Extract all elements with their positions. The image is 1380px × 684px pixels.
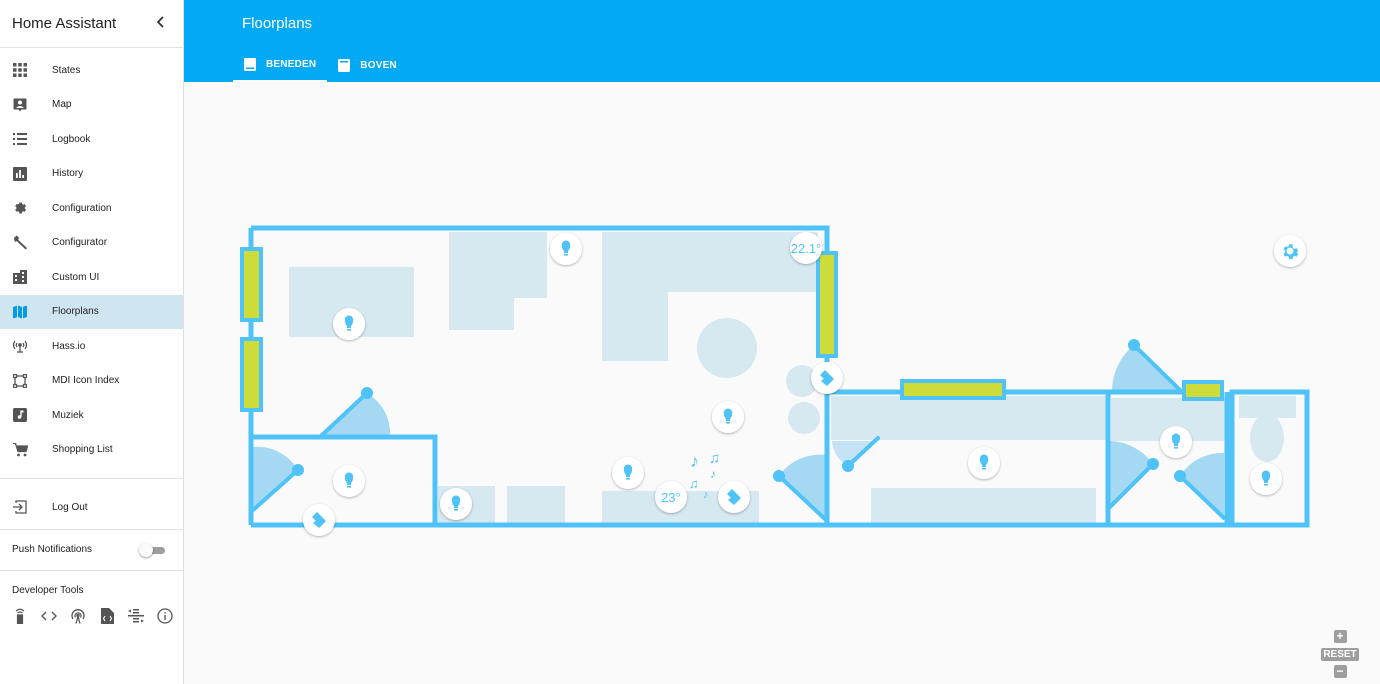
chart-bar-icon (12, 166, 28, 182)
light-bulb-icon[interactable] (1250, 463, 1282, 495)
settings-gear-icon[interactable] (1274, 235, 1306, 267)
map-icon (12, 304, 28, 320)
floorplan-canvas: 22.1° 23° ♪ ♫ ♪ ♫ ♪ (240, 225, 1310, 536)
windows (240, 247, 1224, 412)
zoom-reset-button[interactable]: RESET (1321, 648, 1359, 661)
svg-text:♪: ♪ (703, 489, 709, 501)
code-brackets-icon[interactable] (41, 608, 57, 624)
developer-tools-bar (0, 607, 183, 624)
svg-text:♫: ♫ (689, 476, 699, 491)
sidebar-item-mdi-icon-index[interactable]: MDI Icon Index (0, 364, 183, 399)
thermostat-2[interactable]: 23° (655, 481, 687, 513)
file-xml-icon[interactable] (99, 607, 115, 624)
walls (248, 225, 1310, 528)
wrench-icon (12, 235, 28, 251)
sidebar-item-muziek[interactable]: Muziek (0, 398, 183, 433)
sidebar-item-label: Custom UI (52, 271, 100, 283)
logout-button[interactable]: Log Out (0, 490, 183, 525)
music-note-icon[interactable]: ♪ ♫ ♪ ♫ ♪ (689, 450, 720, 501)
cart-icon (12, 442, 28, 458)
zoom-in-button[interactable]: + (1333, 630, 1347, 643)
svg-text:♪: ♪ (690, 451, 699, 471)
sidebar-item-label: Map (52, 99, 72, 111)
chevron-left-icon[interactable] (151, 15, 171, 33)
app-title: Home Assistant (12, 15, 117, 32)
sidebar-header: Home Assistant (0, 0, 183, 48)
sidebar-item-label: Configurator (52, 237, 108, 249)
sidebar-item-label: Hass.io (52, 340, 86, 352)
thermostat-1[interactable]: 22.1° (790, 232, 822, 264)
light-bulbs (333, 233, 1282, 520)
sidebar-item-map[interactable]: Map (0, 88, 183, 123)
sidebar-item-floorplans[interactable]: Floorplans (0, 294, 183, 329)
svg-text:♪: ♪ (710, 467, 716, 481)
tab-beneden[interactable]: BENEDEN (233, 48, 328, 82)
motion-sensor-icon[interactable] (811, 362, 843, 394)
vector-square-icon (12, 373, 28, 389)
developer-tools-title: Developer Tools (12, 584, 84, 596)
light-bulb-icon[interactable] (712, 401, 744, 433)
grid-icon (12, 62, 28, 78)
antenna-icon (12, 338, 28, 354)
list-icon (12, 131, 28, 147)
gear-icon (12, 200, 28, 216)
tablet-icon (244, 57, 257, 71)
format-list-icon[interactable] (128, 608, 144, 624)
sidebar-item-logbook[interactable]: Logbook (0, 122, 183, 157)
page-title: Floorplans (242, 15, 313, 32)
temperature-value: 23° (661, 490, 681, 505)
logout-icon (12, 499, 28, 515)
light-bulb-icon[interactable] (1160, 426, 1192, 458)
sidebar-item-label: Shopping List (52, 444, 113, 456)
tablet-icon (338, 58, 351, 72)
sidebar-nav: States Map Logbook History Configuration… (0, 48, 183, 467)
sidebar-item-hassio[interactable]: Hass.io (0, 329, 183, 364)
sidebar-item-label: States (52, 64, 81, 76)
tab-boven[interactable]: BOVEN (327, 48, 408, 82)
map-account-icon (12, 97, 28, 113)
remote-icon[interactable] (12, 608, 28, 624)
sidebar-item-custom-ui[interactable]: Custom UI (0, 260, 183, 295)
sensors (303, 362, 843, 536)
temperature-value: 22.1° (791, 241, 822, 256)
sidebar-item-label: History (52, 168, 84, 180)
furniture (289, 232, 1296, 523)
sidebar-item-configuration[interactable]: Configuration (0, 191, 183, 226)
logout-label: Log Out (52, 501, 88, 513)
tab-label: BOVEN (360, 59, 397, 71)
motion-sensor-icon[interactable] (718, 481, 750, 513)
sidebar-item-label: Muziek (52, 409, 84, 421)
light-bulb-icon[interactable] (968, 447, 1000, 479)
radio-tower-icon[interactable] (70, 608, 86, 624)
sidebar-item-label: Configuration (52, 202, 112, 214)
push-notifications-row: Push Notifications (0, 530, 183, 570)
zoom-controls: + RESET − (1320, 630, 1360, 678)
app-root: Home Assistant States Map Logbook Histor… (0, 0, 1380, 684)
sidebar-item-shopping-list[interactable]: Shopping List (0, 433, 183, 468)
sidebar-item-label: MDI Icon Index (52, 375, 120, 387)
sidebar-item-label: Floorplans (52, 306, 99, 318)
sidebar-item-states[interactable]: States (0, 53, 183, 88)
sidebar-divider (0, 478, 183, 479)
sidebar-item-configurator[interactable]: Configurator (0, 226, 183, 261)
zoom-out-button[interactable]: − (1333, 665, 1347, 678)
push-notifications-label: Push Notifications (12, 544, 93, 555)
tab-label: BENEDEN (266, 58, 317, 70)
light-bulb-icon[interactable] (333, 465, 365, 497)
sidebar-item-label: Logbook (52, 133, 91, 145)
app-header: Floorplans BENEDEN BOVEN (184, 0, 1380, 82)
light-bulb-icon[interactable] (440, 488, 472, 520)
city-icon (12, 269, 28, 285)
sidebar-item-history[interactable]: History (0, 157, 183, 192)
light-bulb-icon[interactable] (550, 233, 582, 265)
svg-text:♫: ♫ (709, 450, 720, 467)
light-bulb-icon[interactable] (612, 457, 644, 489)
floor-tabs: BENEDEN BOVEN (233, 48, 408, 82)
sidebar: Home Assistant States Map Logbook Histor… (0, 0, 184, 684)
music-box-icon (12, 407, 28, 423)
light-bulb-icon[interactable] (333, 308, 365, 340)
info-icon[interactable] (157, 607, 173, 624)
motion-sensor-icon[interactable] (303, 504, 335, 536)
push-notifications-toggle[interactable] (139, 542, 165, 557)
